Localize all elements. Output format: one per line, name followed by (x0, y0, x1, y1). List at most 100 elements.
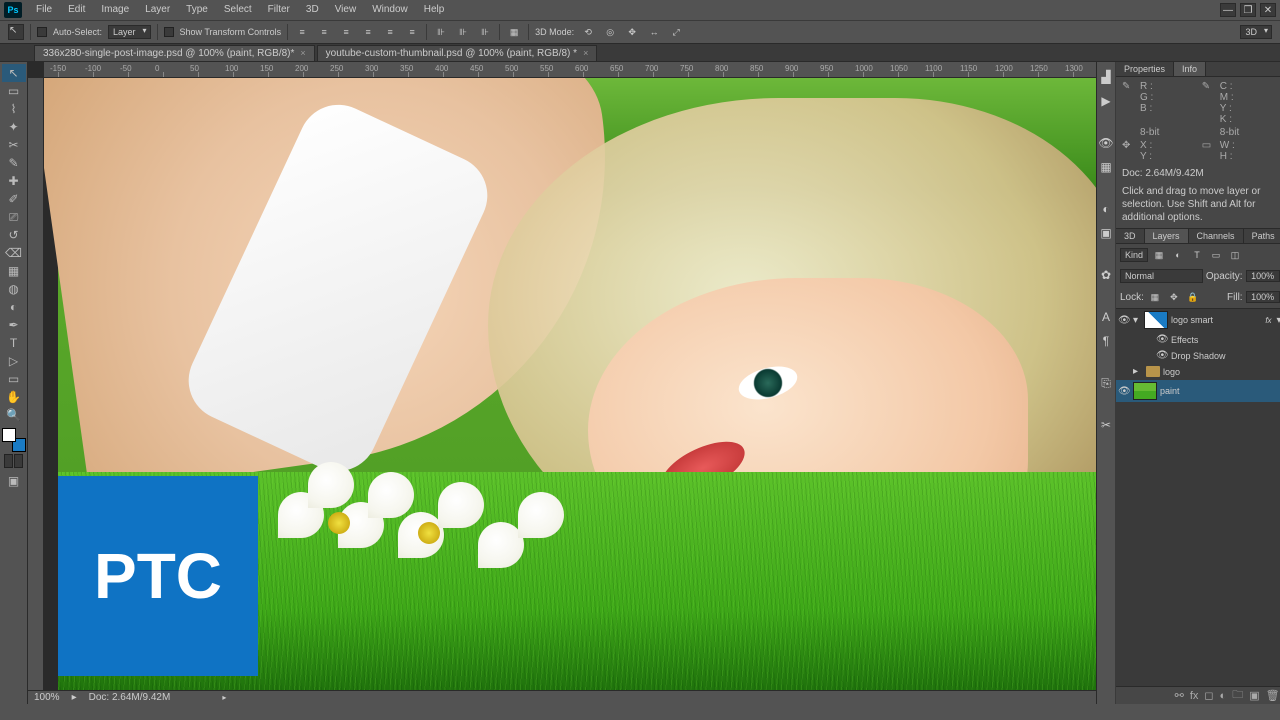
auto-align-icon[interactable]: ▦ (506, 24, 522, 40)
layer-filter-kind[interactable]: Kind (1120, 248, 1148, 262)
blur-tool[interactable]: ◍ (2, 280, 26, 298)
gradient-tool[interactable]: ▦ (2, 262, 26, 280)
dodge-tool[interactable]: ◐ (2, 298, 26, 316)
close-tab-icon[interactable]: × (583, 48, 588, 59)
ruler-horizontal[interactable]: -150-100-5005010015020025030035040045050… (44, 62, 1096, 78)
hand-tool[interactable]: ✋ (2, 388, 26, 406)
marquee-tool[interactable]: ▭ (2, 82, 26, 100)
filter-shape-icon[interactable]: ▭ (1208, 247, 1224, 263)
paths-tab[interactable]: Paths (1244, 229, 1280, 243)
menu-type[interactable]: Type (178, 0, 216, 20)
3d-pan-icon[interactable]: ✥ (624, 24, 640, 40)
fill-value[interactable]: 100% (1246, 291, 1280, 303)
histogram-icon[interactable]: ▟ (1097, 68, 1115, 86)
align-left-icon[interactable]: ≡ (294, 24, 310, 40)
visibility-icon[interactable]: 👁 (1118, 386, 1130, 397)
brush-tool[interactable]: ✐ (2, 190, 26, 208)
close-tab-icon[interactable]: × (300, 48, 305, 59)
align-bottom-icon[interactable]: ≡ (404, 24, 420, 40)
align-center-v-icon[interactable]: ≡ (382, 24, 398, 40)
menu-image[interactable]: Image (93, 0, 137, 20)
layer-logo-group[interactable]: ▸ logo (1116, 364, 1280, 380)
menu-select[interactable]: Select (216, 0, 260, 20)
blend-mode[interactable]: Normal (1120, 269, 1203, 283)
zoom-level[interactable]: 100% (34, 692, 60, 703)
link-layers-icon[interactable]: ⚯ (1175, 689, 1184, 702)
path-select-tool[interactable]: ▷ (2, 352, 26, 370)
healing-tool[interactable]: ✚ (2, 172, 26, 190)
move-tool-icon[interactable]: ↖ (8, 24, 24, 40)
visibility-icon[interactable]: 👁 (1118, 315, 1130, 326)
layer-style-icon[interactable]: fx (1190, 690, 1199, 702)
3d-tab[interactable]: 3D (1116, 229, 1145, 243)
adjustment-layer-icon[interactable]: ◐ (1220, 690, 1227, 702)
brushes-icon[interactable]: ✿ (1097, 266, 1115, 284)
shape-tool[interactable]: ▭ (2, 370, 26, 388)
menu-edit[interactable]: Edit (60, 0, 93, 20)
layer-mask-icon[interactable]: ◻ (1204, 689, 1213, 702)
navigator-icon[interactable]: 👁 (1097, 134, 1115, 152)
auto-select-checkbox[interactable] (37, 27, 47, 37)
filter-smart-icon[interactable]: ◫ (1227, 247, 1243, 263)
layers-tab[interactable]: Layers (1145, 229, 1189, 243)
3d-orbit-icon[interactable]: ⟲ (580, 24, 596, 40)
menu-help[interactable]: Help (416, 0, 453, 20)
3d-scale-icon[interactable]: ⤢ (668, 24, 684, 40)
show-transform-checkbox[interactable] (164, 27, 174, 37)
paragraph-icon[interactable]: ¶ (1097, 332, 1115, 350)
distribute-1-icon[interactable]: ⊪ (433, 24, 449, 40)
chevron-right-icon[interactable]: ▸ (72, 692, 77, 703)
layer-paint[interactable]: 👁 paint (1116, 380, 1280, 403)
3d-roll-icon[interactable]: ◎ (602, 24, 618, 40)
3d-slide-icon[interactable]: ↔ (646, 24, 662, 40)
zoom-tool[interactable]: 🔍 (2, 406, 26, 424)
document-tab-1[interactable]: 336x280-single-post-image.psd @ 100% (pa… (34, 45, 315, 61)
delete-layer-icon[interactable]: 🗑 (1266, 689, 1280, 702)
actions-icon[interactable]: ▶ (1097, 92, 1115, 110)
window-close[interactable]: ✕ (1260, 3, 1276, 17)
lock-all-icon[interactable]: 🔒 (1185, 289, 1201, 305)
canvas[interactable]: PTC (44, 78, 1096, 690)
distribute-3-icon[interactable]: ⊪ (477, 24, 493, 40)
layer-effects[interactable]: 👁 Effects (1116, 332, 1280, 348)
channels-tab[interactable]: Channels (1189, 229, 1244, 243)
foreground-color[interactable] (2, 428, 16, 442)
new-layer-icon[interactable]: ▣ (1249, 689, 1259, 702)
eraser-tool[interactable]: ⌫ (2, 244, 26, 262)
align-right-icon[interactable]: ≡ (338, 24, 354, 40)
filter-pixel-icon[interactable]: ▦ (1151, 247, 1167, 263)
visibility-icon[interactable]: 👁 (1156, 334, 1168, 345)
document-tab-2[interactable]: youtube-custom-thumbnail.psd @ 100% (pai… (317, 45, 598, 61)
distribute-2-icon[interactable]: ⊪ (455, 24, 471, 40)
workspace-switcher[interactable]: 3D (1240, 25, 1272, 39)
info-tab[interactable]: Info (1174, 62, 1206, 76)
type-tool[interactable]: T (2, 334, 26, 352)
status-menu-icon[interactable]: ▸ (222, 693, 226, 702)
menu-3d[interactable]: 3D (298, 0, 327, 20)
eyedropper-tool[interactable]: ✎ (2, 154, 26, 172)
menu-filter[interactable]: Filter (260, 0, 298, 20)
character-icon[interactable]: A (1097, 308, 1115, 326)
menu-window[interactable]: Window (364, 0, 416, 20)
align-top-icon[interactable]: ≡ (360, 24, 376, 40)
pen-tool[interactable]: ✒ (2, 316, 26, 334)
screen-mode[interactable]: ▣ (2, 472, 26, 490)
ruler-vertical[interactable] (28, 78, 44, 704)
lasso-tool[interactable]: ⌇ (2, 100, 26, 118)
lock-position-icon[interactable]: ✥ (1166, 289, 1182, 305)
new-group-icon[interactable]: 🗀 (1232, 686, 1243, 705)
styles-icon[interactable]: ▣ (1097, 224, 1115, 242)
window-minimize[interactable]: — (1220, 3, 1236, 17)
move-tool[interactable]: ↖ (2, 64, 26, 82)
menu-file[interactable]: File (28, 0, 60, 20)
layer-drop-shadow[interactable]: 👁 Drop Shadow (1116, 348, 1280, 364)
clone-source-icon[interactable]: ⎘ (1097, 374, 1115, 392)
auto-select-target[interactable]: Layer (108, 25, 151, 39)
quick-select-tool[interactable]: ✦ (2, 118, 26, 136)
opacity-value[interactable]: 100% (1246, 270, 1280, 282)
color-swatches[interactable] (2, 428, 26, 452)
filter-type-icon[interactable]: T (1189, 247, 1205, 263)
window-restore[interactable]: ❐ (1240, 3, 1256, 17)
adjustments-icon[interactable]: ◐ (1097, 200, 1115, 218)
layer-logo-smart[interactable]: 👁 ▾ logo smart fx▾ (1116, 309, 1280, 332)
